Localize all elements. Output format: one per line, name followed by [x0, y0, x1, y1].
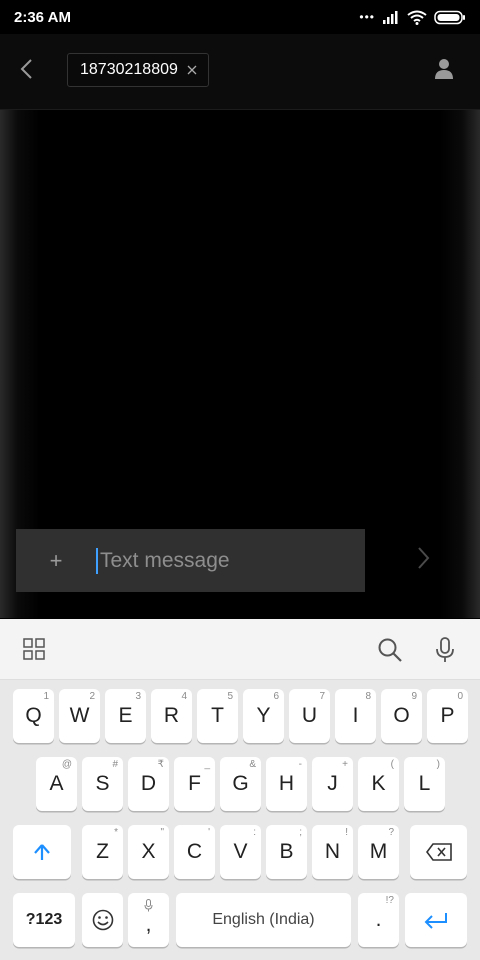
- recipient-number: 18730218809: [80, 61, 178, 78]
- signal-icon: [383, 11, 398, 24]
- key-g[interactable]: G &: [220, 757, 261, 811]
- shift-key[interactable]: [13, 825, 71, 879]
- key-m[interactable]: M?: [358, 825, 399, 879]
- microphone-icon[interactable]: [434, 636, 456, 664]
- key-o[interactable]: O9: [381, 689, 422, 743]
- key-p[interactable]: P0: [427, 689, 468, 743]
- recipient-chip[interactable]: 18730218809: [67, 53, 209, 87]
- text-cursor: [96, 547, 98, 574]
- apps-grid-icon[interactable]: [23, 638, 45, 660]
- status-bar: 2:36 AM •••: [0, 0, 480, 34]
- contact-person-icon[interactable]: [432, 57, 456, 81]
- keyboard-toolbar: [0, 619, 480, 680]
- send-chevron-icon[interactable]: [412, 544, 434, 572]
- key-a[interactable]: A @: [36, 757, 77, 811]
- key-x[interactable]: X ": [128, 825, 169, 879]
- back-arrow-icon[interactable]: [14, 56, 40, 82]
- compose-box: +: [16, 529, 365, 592]
- key-n[interactable]: N!: [312, 825, 353, 879]
- key-l[interactable]: L): [404, 757, 445, 811]
- keyboard: Q1 W2 E3 R4 T5 Y6 U7 I8 O9 P0 A @ S # D ₹ F…: [0, 619, 480, 960]
- emoji-key[interactable]: [82, 893, 123, 947]
- key-q[interactable]: Q1: [13, 689, 54, 743]
- status-time: 2:36 AM: [14, 8, 71, 26]
- notification-dots-icon: •••: [359, 10, 375, 24]
- key-k[interactable]: K(: [358, 757, 399, 811]
- key-y[interactable]: Y6: [243, 689, 284, 743]
- backspace-icon: [425, 843, 452, 861]
- key-w[interactable]: W2: [59, 689, 100, 743]
- wifi-icon: [407, 10, 427, 25]
- conversation-header: 18730218809: [0, 34, 480, 110]
- voice-hint-mic-icon: [144, 899, 153, 912]
- key-u[interactable]: U7: [289, 689, 330, 743]
- key-t[interactable]: T5: [197, 689, 238, 743]
- key-b[interactable]: B;: [266, 825, 307, 879]
- key-f[interactable]: F _: [174, 757, 215, 811]
- smiley-icon: [92, 909, 113, 931]
- key-v[interactable]: V:: [220, 825, 261, 879]
- symbols-key[interactable]: ?123: [13, 893, 75, 947]
- shift-arrow-icon: [34, 844, 50, 860]
- remove-recipient-icon[interactable]: [186, 64, 198, 76]
- search-icon[interactable]: [377, 637, 403, 663]
- key-j[interactable]: J +: [312, 757, 353, 811]
- key-z[interactable]: Z *: [82, 825, 123, 879]
- enter-arrow-icon: [424, 913, 447, 929]
- battery-icon: [434, 10, 465, 24]
- message-input[interactable]: [100, 548, 340, 573]
- add-attachment-button[interactable]: +: [16, 549, 96, 572]
- backspace-key[interactable]: [410, 825, 467, 879]
- space-key[interactable]: English (India): [176, 893, 351, 947]
- period-key[interactable]: .!?: [358, 893, 399, 947]
- key-i[interactable]: I8: [335, 689, 376, 743]
- key-h[interactable]: H-: [266, 757, 307, 811]
- key-c[interactable]: C ': [174, 825, 215, 879]
- key-s[interactable]: S #: [82, 757, 123, 811]
- enter-key[interactable]: [405, 893, 467, 947]
- key-r[interactable]: R4: [151, 689, 192, 743]
- key-e[interactable]: E3: [105, 689, 146, 743]
- key-d[interactable]: D ₹: [128, 757, 169, 811]
- comma-key[interactable]: ,: [128, 893, 169, 947]
- status-icons: •••: [359, 10, 466, 25]
